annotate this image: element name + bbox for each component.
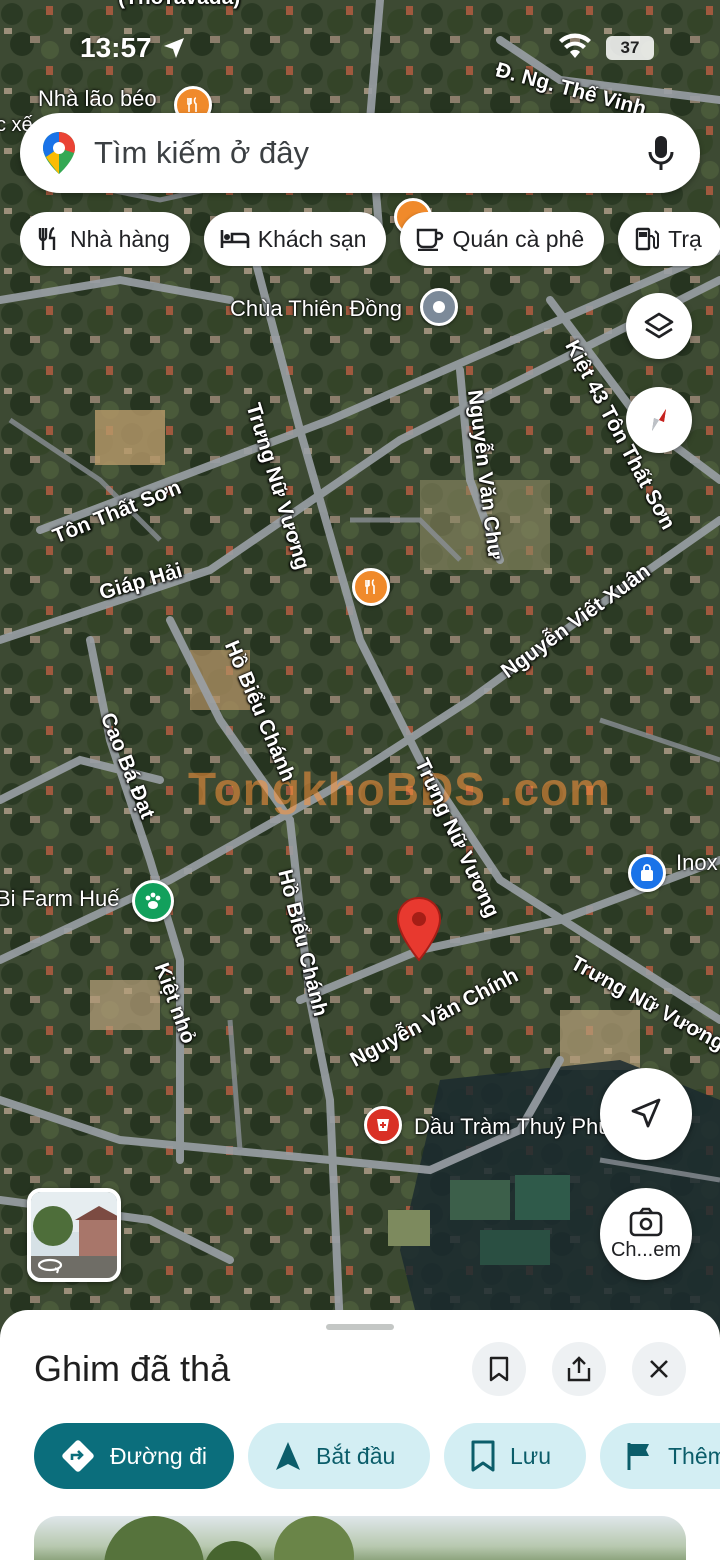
chip-label: Trạ: [668, 225, 702, 252]
layers-button[interactable]: [626, 293, 692, 359]
my-location-button[interactable]: [600, 1068, 692, 1160]
action-label: Lưu: [510, 1442, 551, 1469]
action-buttons: Đường đi Bắt đầu Lưu Thêm: [34, 1423, 720, 1489]
chip-hotels[interactable]: Khách sạn: [203, 212, 387, 266]
sheet-drag-handle[interactable]: [326, 1324, 394, 1330]
chip-label: Khách sạn: [257, 225, 367, 252]
more-button[interactable]: Thêm: [600, 1423, 720, 1489]
location-arrow-icon: [164, 38, 184, 58]
paw-icon[interactable]: [132, 880, 174, 922]
status-bar: 13:57 37: [0, 30, 720, 70]
satellite-map[interactable]: TongkhoBDS .com (Thơravada) Đ. Ng. Thế V…: [0, 0, 720, 1330]
share-button[interactable]: [552, 1342, 606, 1396]
coffee-icon: [417, 228, 444, 251]
chip-label: Nhà hàng: [70, 225, 170, 252]
lens-button[interactable]: Ch...em: [600, 1188, 692, 1280]
bookmark-icon: [489, 1356, 509, 1382]
chip-restaurants[interactable]: Nhà hàng: [20, 212, 190, 266]
place-nha-lao-beo[interactable]: Nhà lão béo: [38, 86, 157, 112]
bookmark-icon: [471, 1440, 495, 1472]
street-view-thumbnail[interactable]: [27, 1188, 121, 1282]
pharmacy-icon[interactable]: [364, 1106, 402, 1144]
close-button[interactable]: [632, 1342, 686, 1396]
start-button[interactable]: Bắt đầu: [248, 1423, 430, 1489]
compass-button[interactable]: [626, 387, 692, 453]
chip-gas-stations[interactable]: Trạ: [618, 212, 720, 266]
gas-station-icon: [635, 227, 660, 251]
action-label: Bắt đầu: [316, 1442, 396, 1469]
status-time: 13:57: [80, 32, 152, 63]
flag-icon: [627, 1443, 649, 1470]
watermark: TongkhoBDS .com: [188, 763, 612, 815]
navigation-arrow-icon: [631, 1098, 661, 1128]
place-photo[interactable]: [34, 1516, 686, 1560]
directions-icon: [62, 1440, 94, 1472]
action-label: Đường đi: [110, 1442, 207, 1469]
shopping-icon[interactable]: [628, 854, 666, 892]
share-icon: [567, 1356, 591, 1382]
action-label: Thêm: [668, 1442, 720, 1469]
directions-button[interactable]: Đường đi: [34, 1423, 234, 1489]
place-icon[interactable]: [420, 288, 458, 326]
photo-image: [104, 1516, 354, 1560]
place-label: Chùa Thiên Đồng: [230, 296, 403, 321]
sheet-title: Ghim đã thả: [34, 1348, 231, 1389]
place-label: Nhà lão béo: [38, 86, 157, 111]
lens-label: Ch...em: [610, 1238, 682, 1261]
microphone-icon[interactable]: [648, 135, 674, 171]
place-label: Inox Hiếu: [676, 850, 720, 875]
compass-icon: [652, 409, 666, 431]
bookmark-button[interactable]: [472, 1342, 526, 1396]
maps-pin-icon: [43, 132, 75, 174]
dropped-pin-icon[interactable]: [396, 896, 442, 962]
search-bar[interactable]: Tìm kiếm ở đây: [20, 113, 700, 193]
road-label: (Thơravada): [118, 0, 240, 10]
layers-icon: [644, 312, 674, 339]
chip-label: Quán cà phê: [452, 225, 585, 252]
fork-knife-icon: [38, 226, 56, 250]
bottom-sheet[interactable]: Ghim đã thả Đường đi Bắt đầu Lưu Thêm: [0, 1310, 720, 1560]
chip-cafes[interactable]: Quán cà phê: [400, 212, 605, 266]
360-icon: [37, 1258, 63, 1274]
restaurant-icon[interactable]: [352, 568, 390, 606]
camera-search-icon: [629, 1207, 663, 1236]
search-input[interactable]: Tìm kiếm ở đây: [94, 135, 648, 171]
navigation-arrow-icon: [276, 1442, 300, 1470]
category-chips: Nhà hàng Khách sạn Quán cà phê Trạ: [20, 212, 720, 268]
bed-icon: [220, 230, 250, 248]
close-icon: [650, 1360, 668, 1378]
place-label: Bi Farm Huế: [0, 886, 120, 911]
save-button[interactable]: Lưu: [444, 1423, 586, 1489]
battery-indicator: 37: [606, 36, 654, 60]
wifi-icon: [559, 33, 591, 58]
